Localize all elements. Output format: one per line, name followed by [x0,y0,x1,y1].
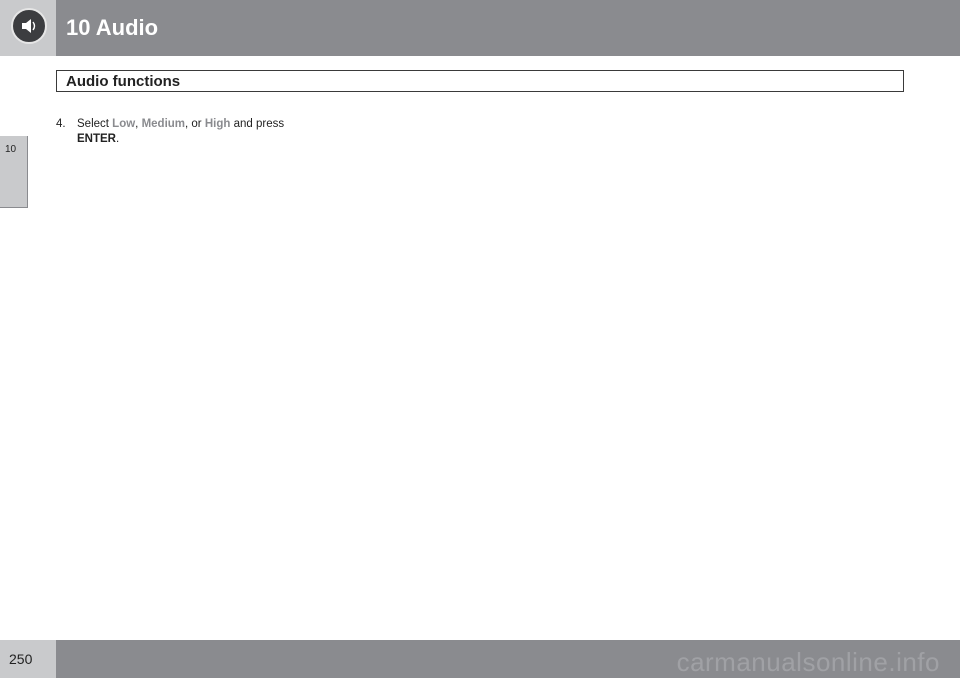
section-title: Audio functions [66,73,181,90]
chapter-tab: 10 [0,136,28,208]
enter-key-label: ENTER [77,133,116,145]
step-text: Select Low, Medium, or High and press ENT… [77,117,357,147]
chapter-title: 10 Audio [66,15,159,40]
step-text-and-press: and press [230,118,285,130]
step-period: . [115,133,120,145]
chapter-tab-label: 10 [5,144,17,155]
step-separator-2: , or [185,118,205,130]
speaker-icon [11,8,47,44]
header-bar: 10 Audio [56,0,960,56]
section-title-box: Audio functions [56,70,904,92]
watermark: carmanualsonline.info [676,647,940,677]
option-low: Low [112,118,136,130]
header-icon-area [0,0,56,56]
page-number: 250 [9,651,33,667]
option-high: High [204,118,231,130]
step-number: 4. [56,118,66,130]
option-medium: Medium [141,118,186,130]
step-text-select: Select [77,118,113,130]
